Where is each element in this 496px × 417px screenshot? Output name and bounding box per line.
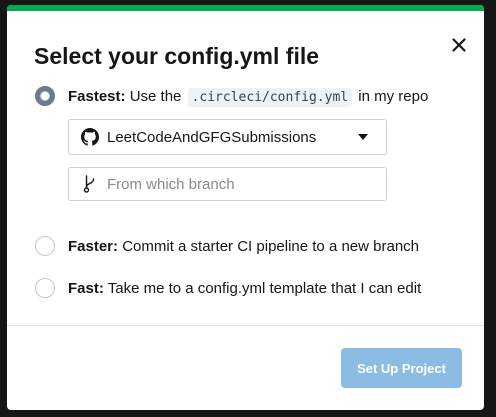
option-fastest-label: Fastest: Use the .circleci/config.yml in… — [68, 87, 429, 107]
branch-field[interactable] — [68, 167, 387, 201]
option-faster[interactable]: Faster: Commit a starter CI pipeline to … — [35, 236, 419, 256]
option-fast-label: Fast: Take me to a config.yml template t… — [68, 280, 421, 297]
option-faster-rest: Commit a starter CI pipeline to a new br… — [122, 237, 420, 255]
radio-faster[interactable] — [35, 236, 55, 256]
option-faster-label: Faster: Commit a starter CI pipeline to … — [68, 238, 419, 255]
option-fast-strong: Fast: — [68, 279, 104, 297]
close-icon — [452, 38, 466, 52]
repo-select[interactable]: LeetCodeAndGFGSubmissions — [68, 119, 387, 155]
chevron-down-icon — [358, 134, 368, 140]
option-faster-strong: Faster: — [68, 237, 119, 255]
git-branch-icon — [83, 175, 95, 193]
set-up-project-button[interactable]: Set Up Project — [341, 348, 462, 388]
dialog-title: Select your config.yml file — [34, 43, 320, 69]
radio-fastest[interactable] — [35, 86, 55, 106]
radio-fast[interactable] — [35, 278, 55, 298]
option-fast-rest: Take me to a config.yml template that I … — [107, 279, 422, 297]
option-fastest-strong: Fastest: — [68, 87, 126, 105]
option-fast[interactable]: Fast: Take me to a config.yml template t… — [35, 278, 421, 298]
config-path-code: .circleci/config.yml — [187, 87, 353, 107]
dialog-accent-bar — [7, 5, 484, 11]
footer-divider — [7, 325, 484, 326]
repo-select-value: LeetCodeAndGFGSubmissions — [107, 128, 317, 146]
branch-input[interactable] — [105, 174, 369, 194]
option-fastest-post: in my repo — [358, 87, 429, 105]
select-config-dialog: Select your config.yml file Fastest: Use… — [7, 5, 484, 410]
close-button[interactable] — [447, 33, 471, 57]
option-fastest[interactable]: Fastest: Use the .circleci/config.yml in… — [35, 86, 429, 107]
option-fastest-pre: Use the — [129, 87, 182, 105]
github-icon — [81, 128, 99, 146]
